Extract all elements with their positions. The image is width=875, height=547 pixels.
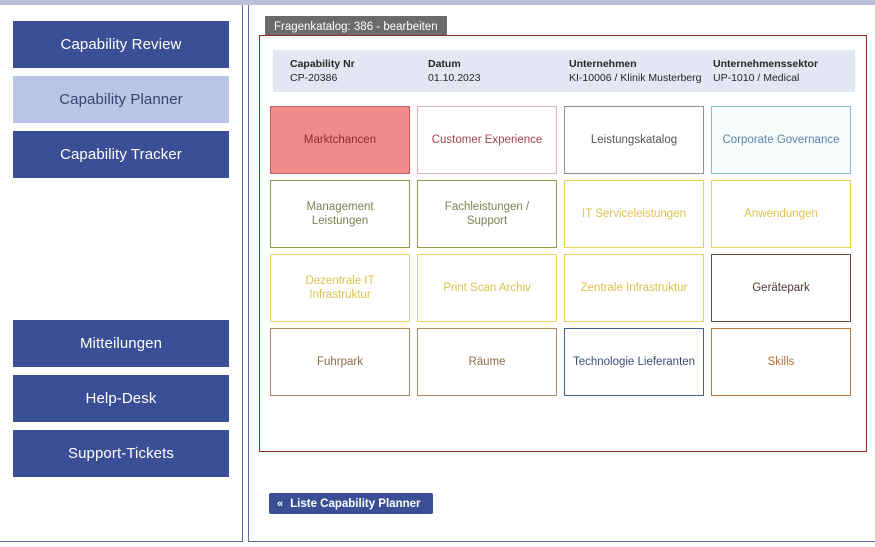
sidebar-item-capability-review[interactable]: Capability Review bbox=[13, 21, 229, 68]
header-field-label: Datum bbox=[428, 58, 461, 70]
capability-tile[interactable]: Anwendungen bbox=[711, 180, 851, 248]
header-field: Capability Nr CP-20386 bbox=[290, 57, 355, 86]
tab-bar: Fragenkatalog: 386 - bearbeiten bbox=[265, 16, 447, 37]
back-to-list-label: Liste Capability Planner bbox=[290, 497, 421, 510]
tile-row: Dezentrale IT Infrastruktur Print Scan Ar… bbox=[270, 254, 858, 322]
capability-tile-label: Zentrale Infrastruktur bbox=[580, 282, 688, 294]
capability-tile-label: Marktchancen bbox=[303, 134, 377, 146]
capability-planner-card: Capability Nr CP-20386 Datum 01.10.2023 Unte… bbox=[259, 35, 867, 514]
header-field: Unternehmenssektor UP-1010 / Medical bbox=[713, 57, 818, 86]
capability-tile[interactable]: Gerätepark bbox=[711, 254, 851, 322]
app-frame: Capability Review Capability Planner Capab… bbox=[0, 5, 875, 547]
back-to-list-button[interactable]: « Liste Capability Planner bbox=[269, 493, 433, 514]
header-field-label: Unternehmenssektor bbox=[713, 58, 819, 70]
sidebar-item-mitteilungen[interactable]: Mitteilungen bbox=[13, 320, 229, 367]
capability-tile-label: Print Scan Archiv bbox=[443, 282, 531, 294]
capability-tile[interactable]: IT Serviceleistungen bbox=[564, 180, 704, 248]
sidebar-item-label: Mitteilungen bbox=[79, 335, 163, 352]
sidebar-item-help-desk[interactable]: Help-Desk bbox=[13, 375, 229, 422]
header-field-label: Unternehmen bbox=[569, 58, 637, 70]
main-panel: Fragenkatalog: 386 - bearbeiten Capabili… bbox=[248, 5, 875, 542]
tile-row: Management Leistungen Fachleistungen / Su… bbox=[270, 180, 858, 248]
capability-tile[interactable]: Dezentrale IT Infrastruktur bbox=[270, 254, 410, 322]
header-field-label: Capability Nr bbox=[290, 58, 355, 70]
capability-tile-label: Technologie Lieferanten bbox=[572, 356, 696, 368]
capability-tile-label: Gerätepark bbox=[752, 282, 810, 294]
capability-tile-label: Dezentrale IT Infrastruktur bbox=[305, 275, 375, 301]
tab-fragenkatalog[interactable]: Fragenkatalog: 386 - bearbeiten bbox=[265, 16, 447, 37]
capability-tile-label: Anwendungen bbox=[744, 208, 818, 220]
capability-tile[interactable]: Technologie Lieferanten bbox=[564, 328, 704, 396]
double-chevron-left-icon: « bbox=[277, 497, 284, 510]
header-field-value: 01.10.2023 bbox=[428, 72, 481, 84]
sidebar-item-capability-tracker[interactable]: Capability Tracker bbox=[13, 131, 229, 178]
capability-tile[interactable]: Print Scan Archiv bbox=[417, 254, 557, 322]
capability-tile[interactable]: Marktchancen bbox=[270, 106, 410, 174]
capability-tile-label: Management Leistungen bbox=[306, 201, 374, 227]
sidebar-item-label: Help-Desk bbox=[85, 390, 157, 407]
sidebar-item-label: Support-Tickets bbox=[68, 445, 174, 462]
tile-row: Fuhrpark Räume Technologie Lieferanten Skil… bbox=[270, 328, 858, 396]
header-field-value: KI-10006 / Klinik Musterberg bbox=[569, 72, 702, 84]
sidebar-item-capability-planner[interactable]: Capability Planner bbox=[13, 76, 229, 123]
sidebar: Capability Review Capability Planner Capab… bbox=[0, 5, 243, 542]
header-field-value: CP-20386 bbox=[290, 72, 338, 84]
capability-tile[interactable]: Räume bbox=[417, 328, 557, 396]
sidebar-item-label: Capability Review bbox=[60, 36, 182, 53]
capability-tile-label: Skills bbox=[767, 356, 795, 368]
capability-tile[interactable]: Fachleistungen / Support bbox=[417, 180, 557, 248]
capability-tile-label: Customer Experience bbox=[431, 134, 543, 146]
header-field-value: UP-1010 / Medical bbox=[713, 72, 800, 84]
header-field: Datum 01.10.2023 bbox=[428, 57, 481, 86]
capability-tile[interactable]: Corporate Governance bbox=[711, 106, 851, 174]
sidebar-item-support-tickets[interactable]: Support-Tickets bbox=[13, 430, 229, 477]
header-field: Unternehmen KI-10006 / Klinik Musterberg bbox=[569, 57, 701, 86]
capability-tile[interactable]: Management Leistungen bbox=[270, 180, 410, 248]
capability-tile-grid: Marktchancen Customer Experience Leistungs… bbox=[270, 106, 858, 402]
capability-tile[interactable]: Zentrale Infrastruktur bbox=[564, 254, 704, 322]
capability-tile-label: Corporate Governance bbox=[722, 134, 840, 146]
capability-tile-label: IT Serviceleistungen bbox=[582, 208, 686, 220]
capability-tile[interactable]: Skills bbox=[711, 328, 851, 396]
capability-tile-label: Fuhrpark bbox=[316, 356, 364, 368]
tile-row: Marktchancen Customer Experience Leistungs… bbox=[270, 106, 858, 174]
capability-tile-label: Leistungskatalog bbox=[590, 134, 678, 146]
capability-tile[interactable]: Fuhrpark bbox=[270, 328, 410, 396]
capability-tile[interactable]: Leistungskatalog bbox=[564, 106, 704, 174]
capability-tile[interactable]: Customer Experience bbox=[417, 106, 557, 174]
sidebar-item-label: Capability Planner bbox=[59, 91, 183, 108]
record-header: Capability Nr CP-20386 Datum 01.10.2023 Unte… bbox=[273, 50, 855, 92]
capability-tile-label: Räume bbox=[468, 356, 506, 368]
capability-tile-label: Fachleistungen / Support bbox=[444, 201, 530, 227]
sidebar-item-label: Capability Tracker bbox=[60, 146, 182, 163]
